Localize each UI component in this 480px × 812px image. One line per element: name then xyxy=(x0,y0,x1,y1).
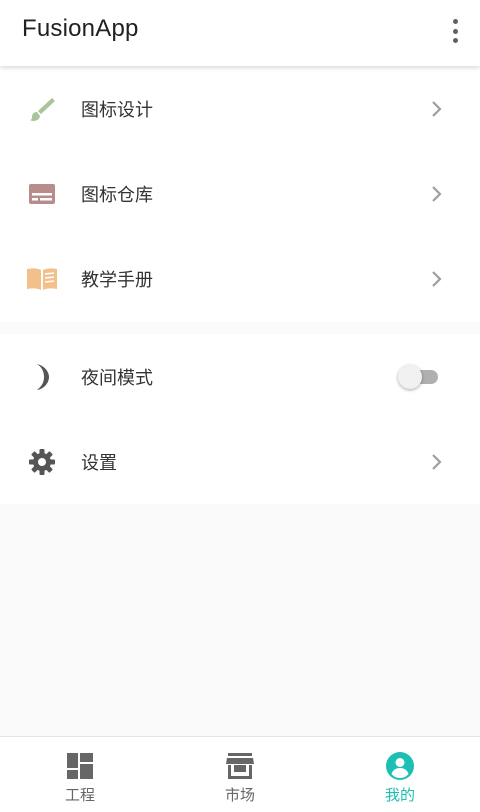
chevron-right-icon xyxy=(432,453,442,470)
menu-item-label: 图标仓库 xyxy=(81,184,153,206)
account-circle-icon xyxy=(385,751,415,781)
chevron-right-icon xyxy=(432,100,442,117)
nav-item-me[interactable]: 我的 xyxy=(320,737,480,812)
nav-label: 工程 xyxy=(64,786,95,804)
app-root: FusionApp 图标设计 图标仓库 教学手册 夜间模式 设置 工程 市场 我… xyxy=(0,0,480,812)
menu-item-night-mode[interactable]: 夜间模式 xyxy=(0,334,480,419)
gear-icon xyxy=(26,446,58,478)
night-mode-toggle[interactable] xyxy=(398,364,438,390)
menu-group-settings: 夜间模式 设置 xyxy=(0,334,480,504)
nav-item-projects[interactable]: 工程 xyxy=(0,737,160,812)
menu-item-icon-design[interactable]: 图标设计 xyxy=(0,66,480,151)
chevron-right-icon xyxy=(432,270,442,287)
open-book-icon xyxy=(26,263,58,295)
nav-item-market[interactable]: 市场 xyxy=(160,737,320,812)
paint-brush-icon xyxy=(26,93,58,125)
menu-item-icon-library[interactable]: 图标仓库 xyxy=(0,151,480,236)
menu-item-label: 教学手册 xyxy=(81,269,153,291)
menu-item-settings[interactable]: 设置 xyxy=(0,419,480,504)
app-title: FusionApp xyxy=(22,15,139,42)
icon-library-icon xyxy=(26,178,58,210)
toggle-thumb xyxy=(398,364,422,389)
menu-item-tutorial[interactable]: 教学手册 xyxy=(0,236,480,321)
store-icon xyxy=(225,751,255,781)
menu-item-label: 夜间模式 xyxy=(81,367,153,389)
app-bar: FusionApp xyxy=(0,0,480,66)
menu-item-label: 设置 xyxy=(81,452,117,474)
nav-label: 我的 xyxy=(384,786,415,804)
menu-group-tools: 图标设计 图标仓库 教学手册 xyxy=(0,66,480,322)
menu-item-label: 图标设计 xyxy=(81,99,153,121)
chevron-right-icon xyxy=(432,185,442,202)
more-vert-icon[interactable] xyxy=(446,16,464,46)
nav-label: 市场 xyxy=(224,786,255,804)
moon-icon xyxy=(26,361,58,393)
dashboard-icon xyxy=(65,751,95,781)
bottom-navigation: 工程 市场 我的 xyxy=(0,736,480,812)
